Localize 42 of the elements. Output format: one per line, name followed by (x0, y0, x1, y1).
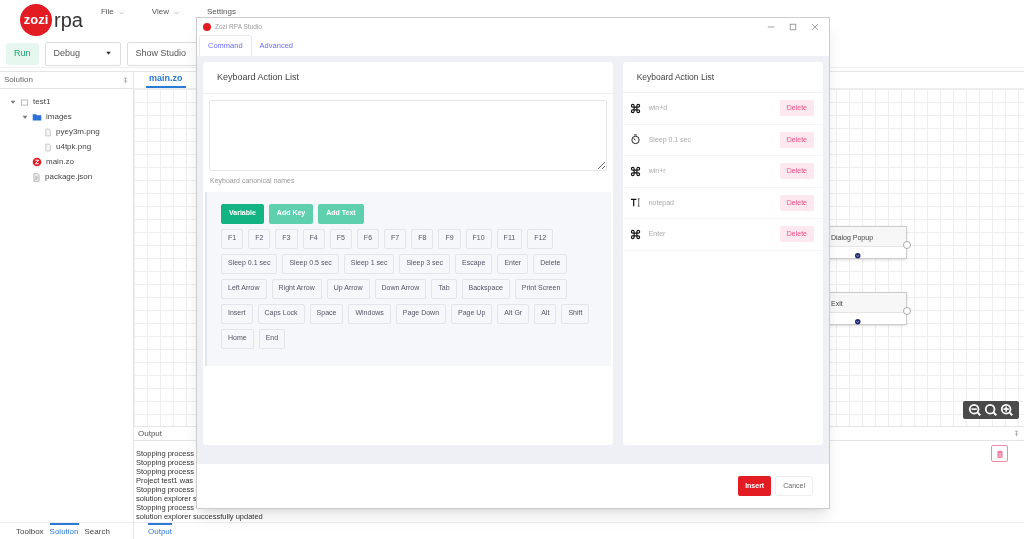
tree-item[interactable]: package.json (45, 171, 93, 183)
command-key-icon (629, 165, 641, 177)
stopwatch-icon (629, 134, 641, 146)
panel-title: Solution (4, 74, 33, 86)
panel-tab[interactable]: Search (84, 522, 110, 539)
card-title: Keyboard Action List (636, 70, 715, 84)
panel-tab[interactable]: Solution (49, 522, 79, 539)
trash-button[interactable] (991, 445, 1008, 462)
maximize-icon[interactable] (789, 22, 797, 31)
zoom-in-icon[interactable] (1000, 403, 1014, 417)
text-cursor-icon (629, 197, 641, 209)
menu-item[interactable]: Settings (203, 6, 240, 18)
mode-dropdown[interactable]: Debug (44, 41, 121, 66)
tree-item[interactable]: images (46, 111, 72, 123)
tree-item[interactable]: pyey3m.png (56, 126, 100, 138)
pin-icon (1013, 430, 1020, 437)
card-title: Keyboard Action List (217, 70, 300, 84)
connector-port[interactable] (903, 307, 911, 315)
logo-mark: zozi (20, 4, 52, 36)
app-logo-icon (203, 22, 211, 31)
menu-item[interactable]: View (147, 6, 185, 18)
panel-tab[interactable]: Output (148, 522, 172, 539)
tree-item[interactable]: main.zo (46, 156, 74, 168)
zoom-reset-icon[interactable] (984, 403, 998, 417)
caret-icon (104, 50, 112, 57)
tree-item[interactable]: u4tpk.png (56, 141, 92, 153)
command-key-icon (629, 102, 641, 114)
command-key-icon (629, 228, 641, 240)
app-file-icon (32, 157, 42, 167)
collapse-icon[interactable] (22, 114, 28, 120)
panel-tab[interactable]: Toolbox (16, 522, 44, 539)
pin-icon (122, 76, 129, 84)
tree-item[interactable]: test1 (33, 96, 51, 108)
file-icon (32, 172, 41, 182)
connector-port[interactable] (903, 241, 911, 249)
panel-title: Output (138, 427, 162, 440)
zoom-out-icon[interactable] (968, 403, 982, 417)
menu-item[interactable]: File (96, 6, 130, 18)
collapse-icon[interactable] (10, 99, 16, 105)
close-icon[interactable] (811, 22, 819, 31)
logo-text: rpa (54, 8, 83, 33)
trash-icon (994, 448, 1005, 459)
